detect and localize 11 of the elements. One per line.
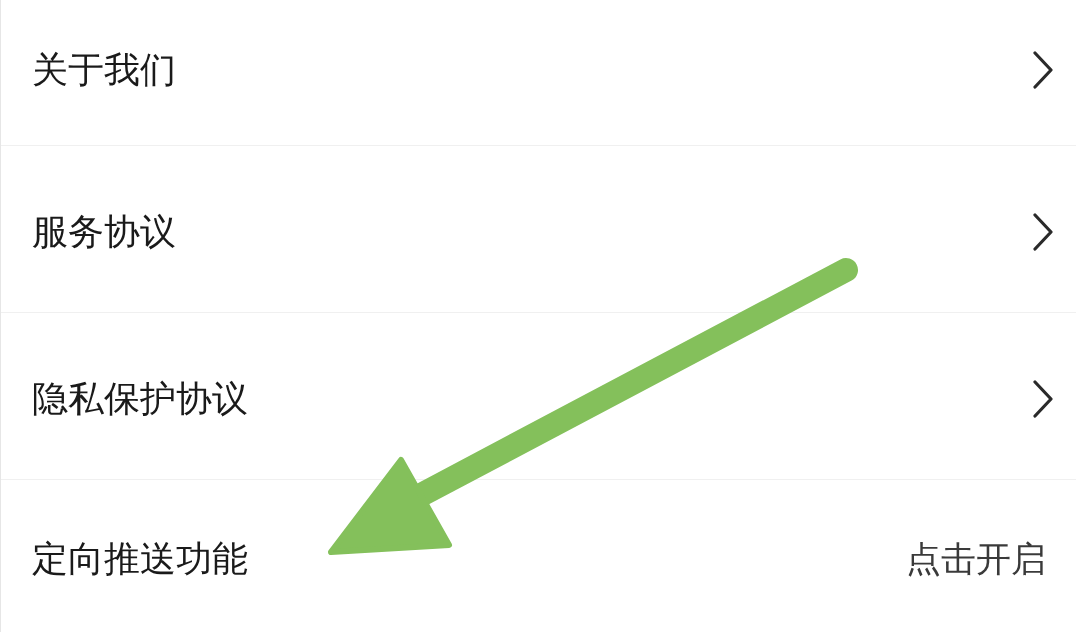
chevron-right-icon — [1032, 380, 1054, 418]
menu-label: 定向推送功能 — [32, 541, 248, 577]
menu-label: 关于我们 — [32, 51, 176, 88]
chevron-right-icon — [1032, 50, 1054, 89]
menu-row[interactable]: 定向推送功能 点击开启 — [1, 480, 1076, 632]
action-text[interactable]: 点击开启 — [906, 541, 1046, 577]
menu-row[interactable]: 服务协议 — [1, 146, 1076, 313]
menu-row[interactable]: 关于我们 — [1, 0, 1076, 146]
chevron-right-icon — [1032, 213, 1054, 251]
menu-label: 隐私保护协议 — [32, 381, 248, 417]
menu-label: 服务协议 — [32, 214, 176, 250]
